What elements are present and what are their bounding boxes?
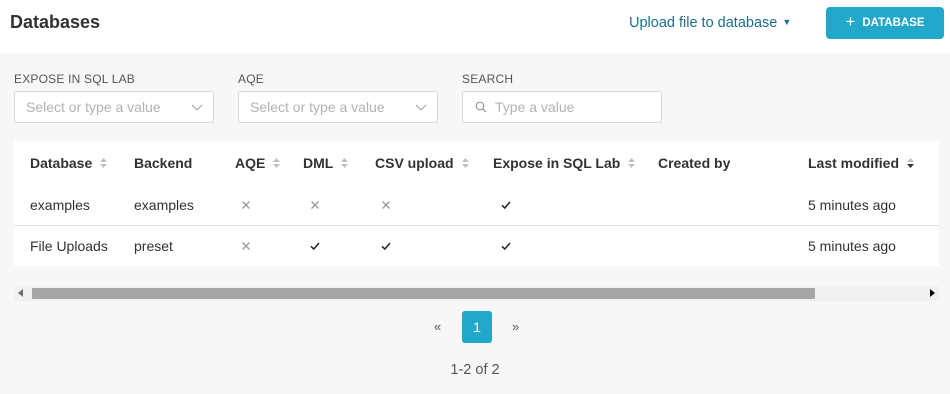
column-header-csv-upload[interactable]: CSV upload <box>375 155 469 171</box>
cell-database[interactable]: examples <box>30 197 90 213</box>
pagination-next[interactable]: » <box>512 319 519 334</box>
cell-last-modified: 5 minutes ago <box>808 197 896 213</box>
filter-label-search: SEARCH <box>462 72 514 86</box>
search-placeholder: Type a value <box>495 99 575 115</box>
pagination-count: 1-2 of 2 <box>450 362 500 378</box>
x-icon <box>382 201 390 209</box>
databases-table: Database Backend AQE DML CSV upload Expo… <box>14 141 939 266</box>
plus-icon: + <box>845 12 856 31</box>
x-icon <box>311 201 319 209</box>
add-database-label: DATABASE <box>862 17 925 29</box>
scroll-right-arrow-icon[interactable] <box>930 289 935 297</box>
check-icon <box>501 242 511 251</box>
page-title: Databases <box>10 12 101 32</box>
page-header: Databases Upload file to database ▼ + DAT… <box>0 0 950 53</box>
upload-file-label: Upload file to database <box>629 15 778 31</box>
row-divider <box>14 225 939 226</box>
caret-down-icon: ▼ <box>782 17 792 27</box>
sort-descending-icon <box>907 158 915 168</box>
filter-label-aqe: AQE <box>238 72 264 86</box>
column-header-aqe[interactable]: AQE <box>235 155 281 171</box>
column-header-database[interactable]: Database <box>30 155 108 171</box>
x-icon <box>242 242 250 250</box>
scroll-left-arrow-icon[interactable] <box>18 289 23 297</box>
search-icon <box>475 101 487 113</box>
sort-icon <box>273 158 281 168</box>
check-icon <box>381 242 391 251</box>
upload-file-dropdown[interactable]: Upload file to database ▼ <box>629 15 791 31</box>
cell-last-modified: 5 minutes ago <box>808 238 896 254</box>
add-database-button[interactable]: + DATABASE <box>826 7 944 39</box>
pagination-page-1[interactable]: 1 <box>462 311 492 343</box>
sort-icon <box>341 158 349 168</box>
cell-backend: preset <box>134 238 173 254</box>
cell-backend: examples <box>134 197 194 213</box>
scrollbar-thumb[interactable] <box>32 288 815 299</box>
chevron-down-icon <box>191 104 203 111</box>
expose-in-sql-lab-select[interactable]: Select or type a value <box>14 91 214 123</box>
check-icon <box>501 201 511 210</box>
filter-label-expose: EXPOSE IN SQL LAB <box>14 72 136 86</box>
pagination-prev[interactable]: « <box>434 319 441 334</box>
horizontal-scrollbar[interactable] <box>14 286 939 301</box>
column-header-last-modified[interactable]: Last modified <box>808 155 915 171</box>
select-placeholder: Select or type a value <box>250 99 385 115</box>
sort-icon <box>628 158 636 168</box>
column-header-dml[interactable]: DML <box>303 155 349 171</box>
search-input[interactable]: Type a value <box>462 91 662 123</box>
column-header-backend: Backend <box>134 155 193 171</box>
aqe-select[interactable]: Select or type a value <box>238 91 438 123</box>
x-icon <box>242 201 250 209</box>
check-icon <box>310 242 320 251</box>
column-header-expose-in-sql-lab[interactable]: Expose in SQL Lab <box>493 155 636 171</box>
sort-icon <box>461 158 469 168</box>
select-placeholder: Select or type a value <box>26 99 161 115</box>
sort-icon <box>100 158 108 168</box>
cell-database[interactable]: File Uploads <box>30 238 108 254</box>
column-header-created-by: Created by <box>658 155 731 171</box>
chevron-down-icon <box>415 104 427 111</box>
